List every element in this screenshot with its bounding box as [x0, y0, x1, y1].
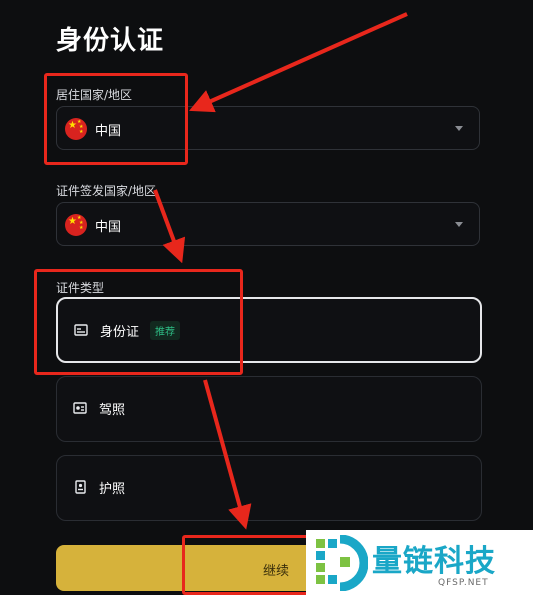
arrow-to-continue	[203, 379, 252, 530]
brand-logo-icon	[316, 535, 368, 591]
arrow-to-doc-type	[153, 189, 186, 264]
annotation-arrows	[153, 12, 408, 530]
watermark-domain: QFSP.NET	[438, 578, 489, 588]
watermark-brand: 量链科技	[372, 544, 496, 579]
watermark: 量链科技 QFSP.NET	[306, 530, 533, 595]
arrow-to-residence	[189, 12, 408, 113]
